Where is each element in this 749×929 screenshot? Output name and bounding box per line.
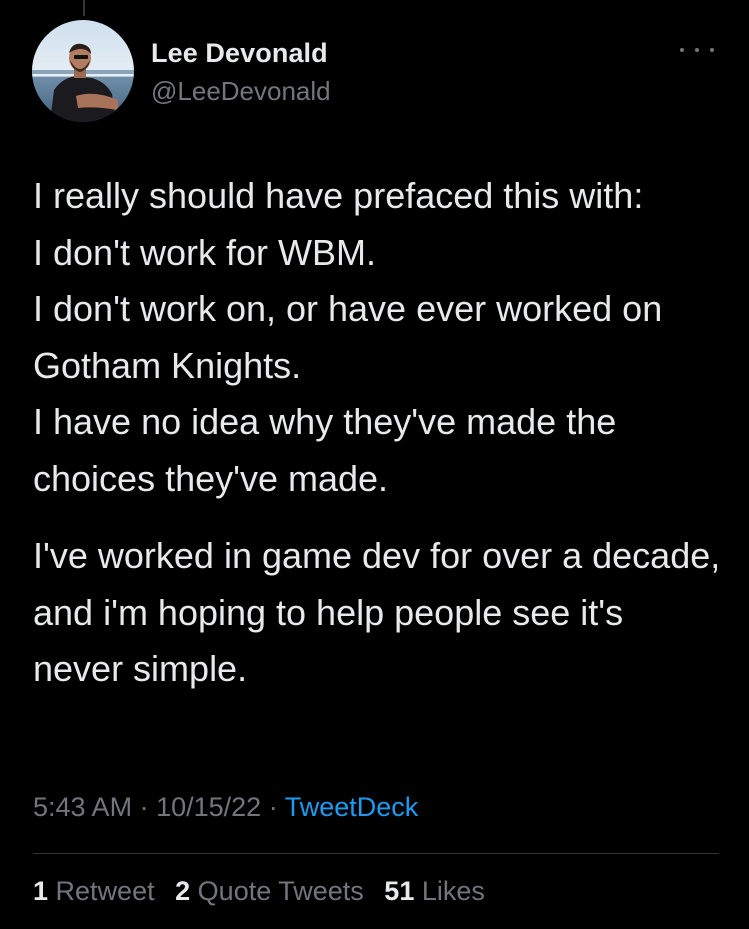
retweets-label: Retweet <box>55 876 155 906</box>
tweet-stats: 1 Retweet 2 Quote Tweets 51 Likes <box>33 876 498 907</box>
more-horizontal-icon-dot <box>695 48 699 52</box>
tweet-date[interactable]: 10/15/22 <box>156 792 261 822</box>
author-handle[interactable]: @LeeDevonald <box>151 76 331 107</box>
divider <box>33 853 719 854</box>
more-horizontal-icon-dot <box>710 48 714 52</box>
likes-stat[interactable]: 51 Likes <box>384 876 485 906</box>
tweet-time[interactable]: 5:43 AM <box>33 792 132 822</box>
tweet-line: I don't work for WBM. <box>33 231 376 273</box>
quote-tweets-stat[interactable]: 2 Quote Tweets <box>175 876 364 906</box>
retweets-stat[interactable]: 1 Retweet <box>33 876 155 906</box>
tweet-source-link[interactable]: TweetDeck <box>285 792 419 822</box>
more-horizontal-icon <box>680 48 684 52</box>
more-options-button[interactable] <box>680 40 714 60</box>
quote-tweets-label: Quote Tweets <box>197 876 364 906</box>
likes-count: 51 <box>384 876 415 906</box>
meta-separator: · <box>268 792 278 822</box>
retweets-count: 1 <box>33 876 49 906</box>
likes-label: Likes <box>421 876 485 906</box>
quote-tweets-count: 2 <box>175 876 191 906</box>
thread-connector-line <box>83 0 85 16</box>
tweet-text: I really should have prefaced this with:… <box>33 168 723 698</box>
avatar[interactable] <box>32 20 134 122</box>
author-display-name[interactable]: Lee Devonald <box>151 38 328 69</box>
tweet-line: I don't work on, or have ever worked on … <box>33 288 663 386</box>
tweet-line: I have no idea why they've made the choi… <box>33 401 617 499</box>
tweet-metadata: 5:43 AM · 10/15/22 · TweetDeck <box>33 792 418 823</box>
tweet-line: I really should have prefaced this with: <box>33 175 644 216</box>
meta-separator: · <box>139 792 149 822</box>
tweet-paragraph: I've worked in game dev for over a decad… <box>33 535 721 689</box>
profile-photo-icon <box>32 20 134 122</box>
